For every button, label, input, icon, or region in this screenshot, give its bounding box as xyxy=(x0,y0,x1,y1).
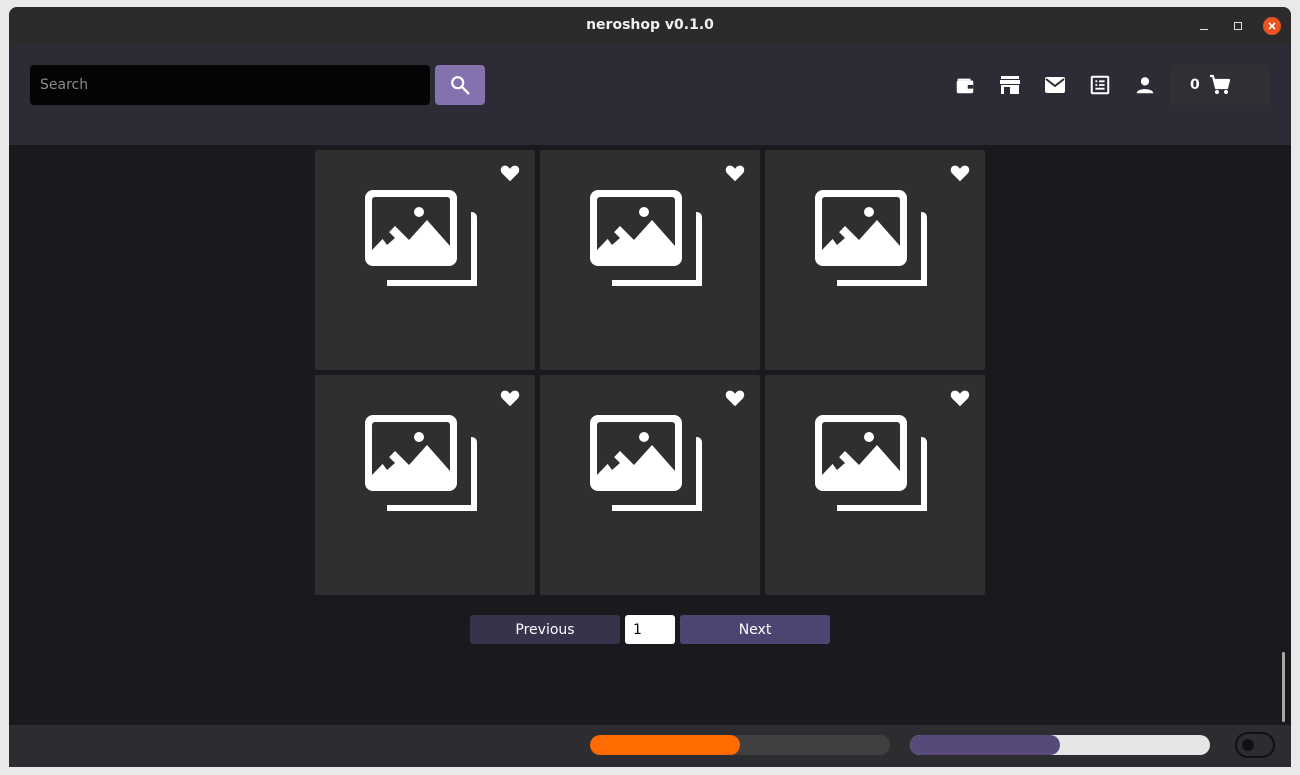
daemon-progress-bar xyxy=(910,735,1210,755)
heart-icon[interactable] xyxy=(724,162,746,184)
toggle-knob xyxy=(1242,739,1254,751)
close-icon xyxy=(1268,22,1276,30)
shopping-cart-icon xyxy=(1209,74,1230,94)
search-icon xyxy=(451,76,470,95)
image-placeholder-icon xyxy=(365,190,479,288)
heart-icon[interactable] xyxy=(949,162,971,184)
product-card[interactable] xyxy=(315,150,535,370)
wallet-button[interactable] xyxy=(953,73,977,97)
vertical-scrollbar[interactable] xyxy=(1282,652,1285,722)
product-card[interactable] xyxy=(540,375,760,595)
image-placeholder-icon xyxy=(365,415,479,513)
minimize-button[interactable] xyxy=(1195,17,1213,35)
sync-progress-bar xyxy=(590,735,890,755)
heart-icon[interactable] xyxy=(949,387,971,409)
image-placeholder-icon xyxy=(590,190,704,288)
image-placeholder-icon xyxy=(815,415,929,513)
minimize-icon xyxy=(1200,28,1208,30)
image-placeholder-icon xyxy=(590,415,704,513)
maximize-button[interactable] xyxy=(1229,17,1247,35)
account-button[interactable] xyxy=(1133,73,1157,97)
account-icon xyxy=(1136,77,1154,94)
heart-icon[interactable] xyxy=(499,387,521,409)
messages-button[interactable] xyxy=(1043,73,1067,97)
cart-button[interactable]: 0 xyxy=(1170,65,1270,105)
theme-toggle[interactable] xyxy=(1235,732,1275,758)
status-bar xyxy=(9,725,1291,767)
cart-count: 0 xyxy=(1190,77,1200,93)
app-window: neroshop v0.1.0 0 P xyxy=(9,7,1291,767)
close-button[interactable] xyxy=(1263,17,1281,35)
store-icon xyxy=(1000,76,1020,94)
search-button[interactable] xyxy=(435,65,485,105)
previous-button[interactable]: Previous xyxy=(470,615,620,644)
sync-progress-fill xyxy=(590,735,740,755)
heart-icon[interactable] xyxy=(724,387,746,409)
header-bar: 0 xyxy=(9,45,1291,145)
wallet-icon xyxy=(956,78,974,94)
maximize-icon xyxy=(1234,22,1242,30)
product-card[interactable] xyxy=(540,150,760,370)
title-bar: neroshop v0.1.0 xyxy=(9,7,1291,45)
product-grid xyxy=(315,150,985,595)
mail-icon xyxy=(1045,77,1065,93)
product-card[interactable] xyxy=(315,375,535,595)
window-title: neroshop v0.1.0 xyxy=(586,17,714,33)
product-card[interactable] xyxy=(765,375,985,595)
page-number-input[interactable] xyxy=(625,615,675,644)
image-placeholder-icon xyxy=(815,190,929,288)
next-button[interactable]: Next xyxy=(680,615,830,644)
store-button[interactable] xyxy=(998,73,1022,97)
search-input[interactable] xyxy=(30,65,430,105)
orders-icon xyxy=(1090,75,1110,95)
daemon-progress-fill xyxy=(910,735,1060,755)
product-card[interactable] xyxy=(765,150,985,370)
orders-button[interactable] xyxy=(1088,73,1112,97)
heart-icon[interactable] xyxy=(499,162,521,184)
